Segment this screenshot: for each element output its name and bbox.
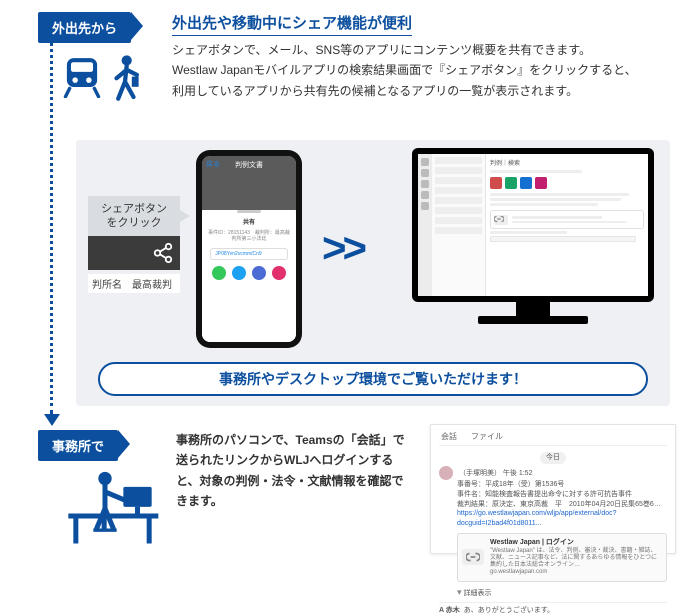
chip-icon [505, 177, 517, 189]
ogp-description: "Westlaw Japan" は、法令、判例、審決・裁決、書籍・雑誌、文献、ニ… [490, 548, 662, 570]
person-at-desk-icon [60, 466, 160, 546]
ogp-domain: go.westlawjapan.com [490, 569, 662, 576]
chat-case-number: 事番号：平成18年（受）第1536号 [457, 480, 667, 490]
share-button-sample [88, 236, 180, 270]
tab-files[interactable]: ファイル [469, 431, 505, 442]
chat-judgment: 裁判結果：原決定、東京高裁 平 2010年04月20日民集65巻6… [457, 500, 667, 510]
train-icon [60, 54, 104, 98]
phone-share-sheet: 共有 事件ID：28151143 裁判所：最高裁判所第三小法廷 JP08Yvn2… [202, 204, 296, 342]
chat-link-preview[interactable]: Westlaw Japan | ログイン "Westlaw Japan" は、法… [457, 533, 667, 582]
reply-sender: A 赤木 [439, 606, 460, 616]
chat-case-name: 事件名：知能検査報告書提出命令に対する許可抗告事件 [457, 490, 667, 500]
teams-sidebar [432, 154, 486, 296]
teams-thread-title: 判例｜検索 [490, 158, 644, 167]
chip-icon [535, 177, 547, 189]
teams-reaction-chips [490, 177, 644, 189]
chat-sender: （手塚明美） 午後 1:52 [459, 470, 533, 477]
share-app-icon [272, 266, 286, 280]
badge-office: 事務所で [38, 430, 118, 461]
timestamp-pill: 今日 [540, 452, 566, 464]
chip-icon [490, 177, 502, 189]
share-app-icon [232, 266, 246, 280]
phone-back-label: 戻る [206, 159, 220, 169]
callout-banner: 事務所やデスクトップ環境でご覧いただけます！ [98, 362, 648, 396]
callout-line2: をクリック [107, 217, 162, 229]
flow-arrow-icon: >> [322, 224, 363, 272]
chip-icon [520, 177, 532, 189]
share-sheet-title: 共有 [243, 217, 255, 226]
court-name-strip: 判所名 最高裁判 [88, 274, 180, 293]
share-app-icon [252, 266, 266, 280]
teams-rail [418, 154, 432, 296]
avatar-icon [439, 466, 453, 480]
share-sheet-link: JP08Yvn2vcmm/Cn9 [210, 248, 287, 260]
teams-link-card [490, 210, 644, 229]
reply-text: あ、ありがとうございます。 [464, 606, 554, 616]
teams-main-panel: 判例｜検索 [486, 154, 648, 296]
expand-chevron-icon[interactable]: ▾ [457, 587, 462, 597]
teams-chat-card: 会話 ファイル 今日 （手塚明美） 午後 1:52 事番号：平成18年（受）第1… [430, 424, 676, 554]
office-description: 事務所のパソコンで、Teamsの「会話」で送られたリンクからWLJへログインする… [176, 430, 412, 512]
link-icon [462, 549, 484, 565]
chat-url[interactable]: https://go.westlawjapan.com/wljp/app/ext… [457, 509, 667, 529]
share-sheet-subtitle: 事件ID：28151143 裁判所：最高裁判所第三小法廷 [206, 230, 292, 242]
tab-conversation[interactable]: 会話 [439, 431, 459, 442]
desktop-monitor-mockup: 判例｜検索 [412, 148, 654, 326]
phone-mockup: 戻る 判例文書 共有 事件ID：28151143 裁判所：最高裁判所第三小法廷 … [196, 150, 302, 348]
expand-label[interactable]: 詳細表示 [463, 590, 491, 597]
share-app-icon [212, 266, 226, 280]
walking-person-icon [108, 54, 142, 106]
share-icon [152, 242, 174, 264]
section-heading: 外出先や移動中にシェア機能が便利 [172, 12, 412, 36]
callout-line1: シェアボタン [101, 203, 167, 215]
timeline-arrow [50, 42, 53, 414]
section-description: シェアボタンで、メール、SNS等のアプリにコンテンツ概要を共有できます。 Wes… [172, 40, 672, 101]
chat-tabs: 会話 ファイル [439, 431, 667, 446]
link-icon [494, 215, 508, 225]
ogp-title: Westlaw Japan | ログイン [490, 538, 662, 548]
badge-out: 外出先から [38, 12, 131, 43]
share-button-callout: シェアボタン をクリック [88, 196, 180, 237]
diagram-panel: シェアボタン をクリック 判所名 最高裁判 戻る 判例文書 共有 事件ID：28… [76, 140, 670, 406]
